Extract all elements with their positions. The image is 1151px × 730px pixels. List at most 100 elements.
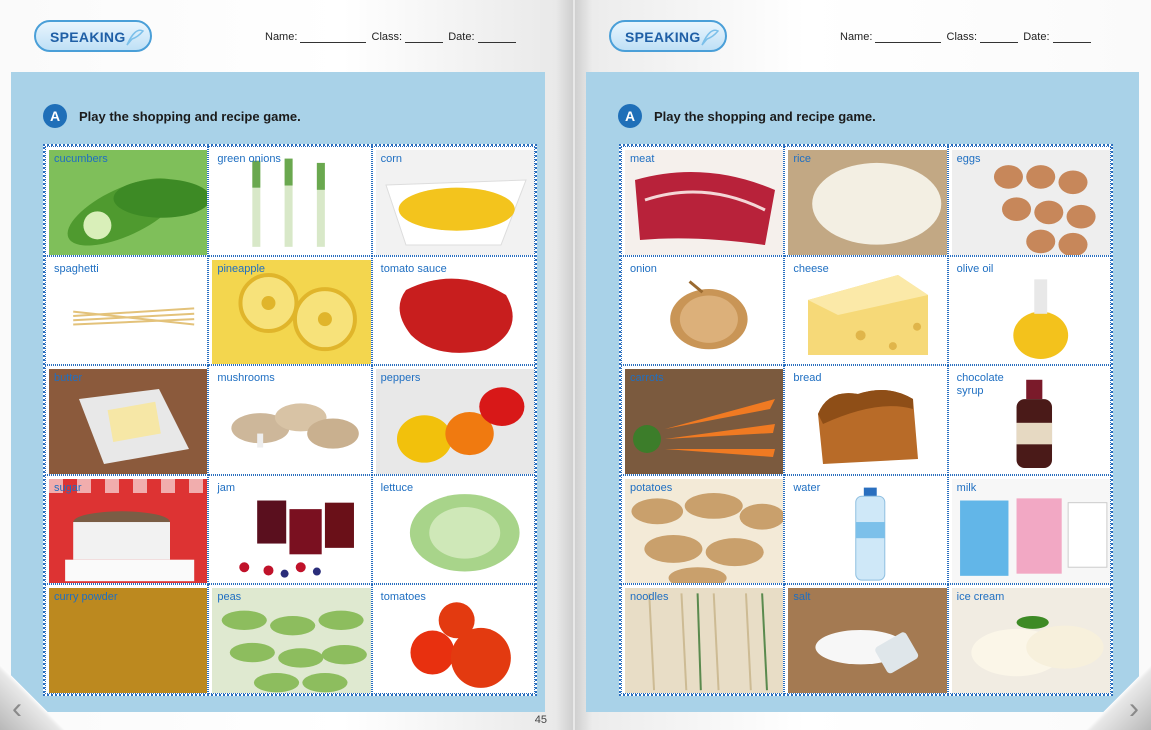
speaking-badge-label: SPEAKING [625,29,701,45]
food-card-salt[interactable]: salt [784,584,948,694]
food-card-butter[interactable]: butter [45,365,209,475]
food-card-pineapple[interactable]: pineapple [208,255,372,366]
food-card-water-bottle[interactable]: water [784,474,948,585]
rice-image [788,150,947,255]
page-curl-left[interactable] [0,664,66,730]
food-card-label: ice cream [956,591,1005,604]
food-card-noodles[interactable]: noodles [621,584,785,694]
class-label: Class: [371,31,403,43]
food-card-label: tomatoes [380,591,426,604]
food-card-sugar[interactable]: sugar [45,474,209,585]
food-card-eggs[interactable]: eggs [947,146,1111,256]
instruction: A Play the shopping and recipe game. [43,104,301,128]
food-card-corn[interactable]: corn [371,146,535,256]
food-card-rice[interactable]: rice [784,146,948,256]
page-curl-right[interactable] [1085,664,1151,730]
food-card-milk-cartons[interactable]: milk [947,474,1111,585]
class-field[interactable] [980,31,1019,43]
food-card-bread[interactable]: bread [784,365,948,475]
left-header: SPEAKING Name: Class: Date: [0,0,573,72]
food-card-label: salt [793,591,811,604]
food-card-label: curry powder [54,591,118,604]
speech-swirl-icon [126,29,145,46]
food-card-label: lettuce [380,481,414,494]
food-card-label: jam [217,481,236,494]
food-card-label: peppers [380,372,421,385]
food-card-lettuce[interactable]: lettuce [371,474,535,585]
instruction-text: Play the shopping and recipe game. [79,108,301,124]
name-label: Name: [840,31,873,43]
date-field[interactable] [477,31,516,43]
left-page: SPEAKING Name: Class: Date: A Play the s… [0,0,573,730]
date-label: Date: [448,31,475,43]
food-card-label: rice [793,153,812,165]
food-card-curry-powder[interactable]: curry powder [45,584,209,694]
food-card-peas[interactable]: peas [208,584,372,694]
chevron-right-icon[interactable]: › [1129,692,1139,726]
name-field[interactable] [300,31,367,43]
section-a-icon: A [43,104,67,128]
activity-panel: A Play the shopping and recipe game. mea… [586,72,1139,712]
salt-image [788,588,947,693]
food-card-grid: meat rice eggs onion cheese olive oil carrots b… [619,144,1113,696]
speaking-badge-label: SPEAKING [50,29,126,45]
food-card-potatoes[interactable]: potatoes [621,474,785,585]
food-card-label: pineapple [217,262,266,275]
right-header: SPEAKING Name: Class: Date: [575,0,1151,72]
food-card-label: bread [793,372,822,385]
food-card-cucumbers[interactable]: cucumbers [45,146,209,256]
class-field[interactable] [405,31,444,43]
food-card-green-onions[interactable]: green onions [208,146,372,256]
page-number: 45 [534,714,547,726]
food-card-peppers[interactable]: peppers [371,365,535,475]
instruction-text: Play the shopping and recipe game. [654,108,876,124]
speaking-badge: SPEAKING [34,20,152,52]
food-card-label: cheese [793,262,829,275]
class-label: Class: [946,31,978,43]
jam-image [212,478,371,584]
food-card-label: olive oil [956,262,994,275]
food-card-label: green onions [217,153,281,165]
speaking-badge: SPEAKING [609,20,727,52]
food-card-label: onion [630,262,657,275]
food-card-label: peas [217,591,242,604]
name-field[interactable] [875,31,942,43]
food-card-onion[interactable]: onion [621,255,785,366]
food-card-carrots[interactable]: carrots [621,365,785,475]
food-card-cheese[interactable]: cheese [784,255,948,366]
food-card-chocolate-syrup[interactable]: chocolate syrup [947,365,1111,475]
food-card-label: tomato sauce [380,262,447,275]
food-card-label: butter [54,372,83,385]
right-page: SPEAKING Name: Class: Date: A Play the s… [575,0,1151,730]
food-card-label: sugar [54,481,82,494]
activity-panel: A Play the shopping and recipe game. cuc… [11,72,545,712]
food-card-label: eggs [956,153,981,165]
food-card-grid: cucumbers green onions corn spaghetti pineap… [43,144,537,696]
food-card-tomatoes[interactable]: tomatoes [371,584,535,694]
food-card-label: cucumbers [54,153,108,165]
food-card-label: potatoes [630,481,673,494]
food-card-label: chocolate syrup [956,372,1004,398]
food-card-label: spaghetti [54,262,99,275]
date-label: Date: [1023,31,1050,43]
food-card-label: noodles [630,591,669,604]
student-fields: Name: Class: Date: [840,31,1093,43]
section-a-icon: A [618,104,642,128]
food-card-olive-oil[interactable]: olive oil [947,255,1111,366]
food-card-spaghetti[interactable]: spaghetti [45,255,209,366]
food-card-label: corn [380,153,403,165]
food-card-jam[interactable]: jam [208,474,372,585]
speech-swirl-icon [701,29,720,46]
food-card-label: water [793,481,821,494]
food-card-label: milk [956,481,977,494]
food-card-meat[interactable]: meat [621,146,785,256]
food-card-tomato-sauce[interactable]: tomato sauce [371,255,535,366]
instruction: A Play the shopping and recipe game. [618,104,876,128]
chevron-left-icon[interactable]: ‹ [12,692,22,726]
name-label: Name: [265,31,298,43]
food-card-mushrooms[interactable]: mushrooms [208,365,372,475]
food-card-label: mushrooms [217,372,275,385]
student-fields: Name: Class: Date: [265,31,518,43]
food-card-label: meat [630,153,655,165]
date-field[interactable] [1052,31,1091,43]
